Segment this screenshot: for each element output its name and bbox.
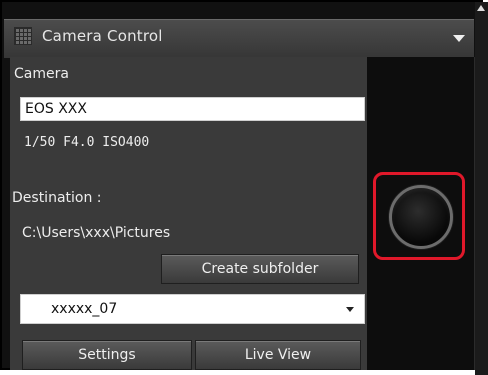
chevron-down-icon[interactable] <box>346 307 354 312</box>
panel-title: Camera Control <box>42 27 163 45</box>
live-view-button[interactable]: Live View <box>195 340 361 370</box>
destination-label: Destination : <box>12 190 102 206</box>
shutter-button[interactable] <box>389 185 453 249</box>
destination-path: C:\Users\xxx\Pictures <box>22 225 171 241</box>
subfolder-select-value: xxxxx_07 <box>51 301 118 317</box>
camera-settings-panel: Camera EOS XXX 1/50 F4.0 ISO400 Destinat… <box>10 57 367 370</box>
subfolder-select[interactable]: xxxxx_07 <box>20 294 365 324</box>
collapse-icon[interactable] <box>453 35 465 42</box>
camera-model-field[interactable]: EOS XXX <box>20 97 365 121</box>
scroll-up-icon[interactable] <box>477 5 485 11</box>
outer-scrollbar[interactable] <box>475 2 488 375</box>
settings-button[interactable]: Settings <box>22 340 192 370</box>
create-subfolder-button[interactable]: Create subfolder <box>161 254 359 284</box>
panel-titlebar[interactable]: Camera Control <box>4 19 474 58</box>
panel-divider <box>474 57 475 370</box>
grip-icon <box>14 27 32 45</box>
exposure-settings-readout: 1/50 F4.0 ISO400 <box>24 135 150 150</box>
camera-section-label: Camera <box>14 66 69 82</box>
